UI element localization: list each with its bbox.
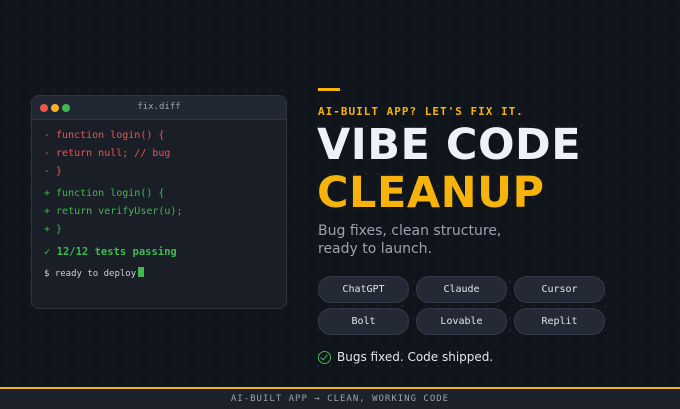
prompt-text: $ ready to deploy bbox=[44, 269, 137, 279]
cursor-block-icon bbox=[138, 267, 145, 277]
removed-line: - function login() { bbox=[44, 130, 165, 141]
accent-divider bbox=[318, 88, 340, 91]
window-title: fix.diff bbox=[137, 102, 181, 112]
tool-chip-chatgpt: ChatGPT bbox=[318, 276, 409, 303]
check-circle-icon bbox=[318, 350, 331, 364]
status-line: Bugs fixed. Code shipped. bbox=[318, 350, 493, 364]
hero-subtitle: Bug fixes, clean structure, ready to lau… bbox=[318, 223, 502, 257]
tool-chip-lovable: Lovable bbox=[416, 308, 507, 335]
tool-chip-bolt: Bolt bbox=[318, 308, 409, 335]
removed-line: - } bbox=[44, 166, 63, 177]
window-titlebar: fix.diff bbox=[32, 96, 286, 120]
code-diff-window: fix.diff - function login() { - return n… bbox=[31, 95, 287, 309]
added-line: + } bbox=[44, 224, 63, 235]
removed-line: - return null; // bug bbox=[44, 148, 171, 159]
footer-banner: AI-BUILT APP → CLEAN, WORKING CODE bbox=[0, 387, 680, 409]
hero-title-line-2: CLEANUP bbox=[317, 168, 545, 218]
tests-passing-text: ✓ 12/12 tests passing bbox=[44, 246, 177, 258]
tool-chip-cursor: Cursor bbox=[514, 276, 605, 303]
status-text: Bugs fixed. Code shipped. bbox=[337, 350, 494, 364]
hero-title-line-1: VIBE CODE bbox=[317, 120, 582, 170]
added-line: + return verifyUser(u); bbox=[44, 206, 183, 217]
kicker-text: AI-BUILT APP? LET'S FIX IT. bbox=[318, 105, 524, 118]
added-line: + function login() { bbox=[44, 188, 165, 199]
tool-chip-replit: Replit bbox=[514, 308, 605, 335]
tool-chip-claude: Claude bbox=[416, 276, 507, 303]
terminal-prompt: $ ready to deploy bbox=[44, 267, 145, 279]
